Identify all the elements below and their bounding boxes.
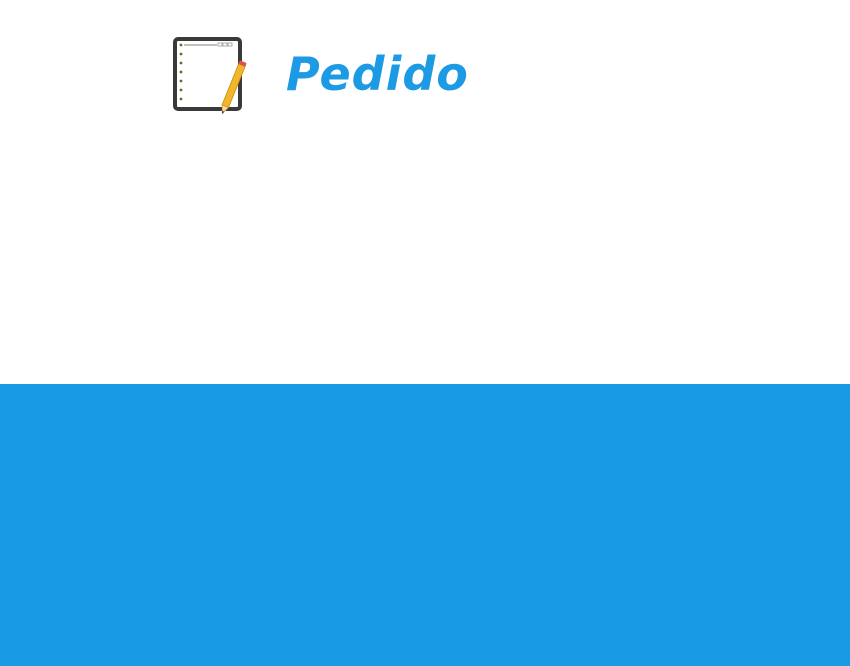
content-panel: [0, 384, 850, 666]
notebook-pencil-icon: [170, 34, 252, 118]
page-header: Pedido: [0, 0, 850, 384]
page-title: Pedido: [286, 47, 469, 101]
